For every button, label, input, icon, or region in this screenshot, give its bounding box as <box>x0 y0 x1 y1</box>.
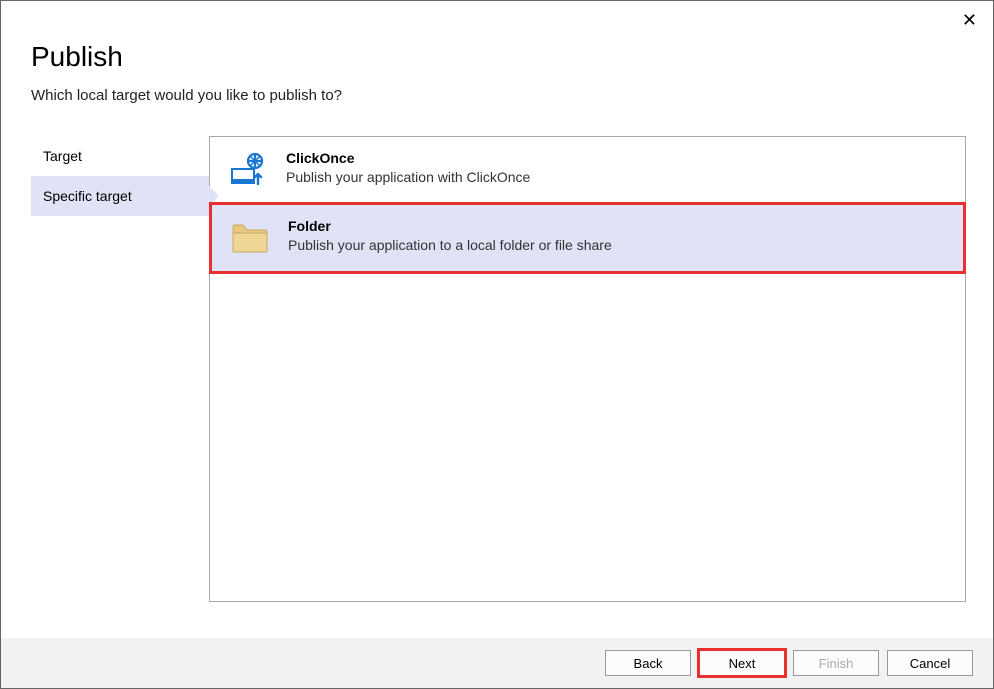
clickonce-icon <box>228 150 268 190</box>
finish-button: Finish <box>793 650 879 676</box>
next-button[interactable]: Next <box>699 650 785 676</box>
options-panel: ClickOnce Publish your application with … <box>209 136 966 602</box>
cancel-button[interactable]: Cancel <box>887 650 973 676</box>
step-target[interactable]: Target <box>31 136 209 176</box>
option-folder-text: Folder Publish your application to a loc… <box>288 218 945 253</box>
content-area: Target Specific target ClickOnce Publish… <box>1 114 993 602</box>
page-title: Publish <box>31 41 963 73</box>
option-clickonce[interactable]: ClickOnce Publish your application with … <box>210 137 965 203</box>
option-folder-title: Folder <box>288 218 945 234</box>
dialog-footer: Back Next Finish Cancel <box>1 638 993 688</box>
steps-sidebar: Target Specific target <box>31 136 209 602</box>
dialog-header: Publish Which local target would you lik… <box>1 1 993 114</box>
step-specific-target[interactable]: Specific target <box>31 176 209 216</box>
page-subtitle: Which local target would you like to pub… <box>31 87 963 104</box>
option-clickonce-desc: Publish your application with ClickOnce <box>286 169 947 185</box>
option-folder-desc: Publish your application to a local fold… <box>288 237 945 253</box>
option-clickonce-title: ClickOnce <box>286 150 947 166</box>
back-button[interactable]: Back <box>605 650 691 676</box>
option-folder[interactable]: Folder Publish your application to a loc… <box>209 202 966 274</box>
close-button[interactable]: ✕ <box>962 11 977 29</box>
folder-icon <box>230 218 270 258</box>
option-clickonce-text: ClickOnce Publish your application with … <box>286 150 947 185</box>
